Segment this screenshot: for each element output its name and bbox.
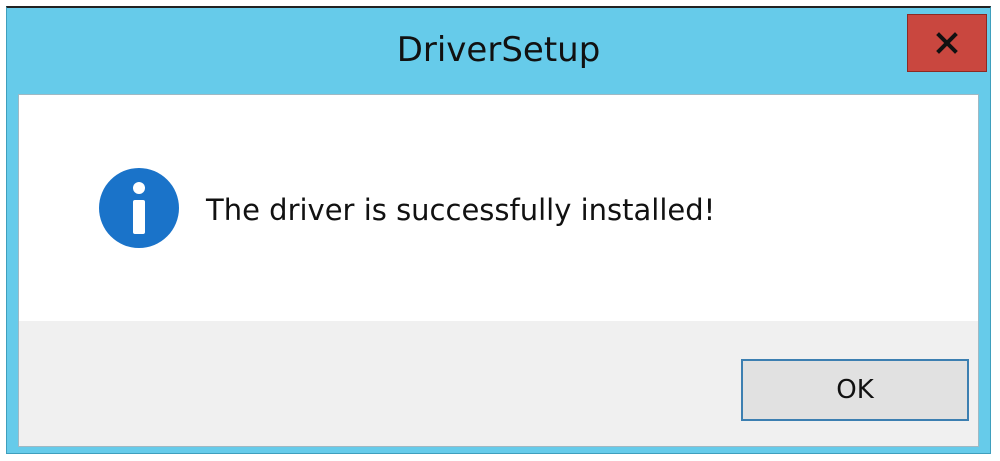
window-title: DriverSetup: [396, 30, 601, 70]
message-text: The driver is successfully installed!: [206, 193, 716, 227]
dialog-content: The driver is successfully installed! OK: [18, 94, 979, 447]
info-icon: [99, 168, 179, 248]
message-area: The driver is successfully installed!: [19, 95, 978, 321]
close-icon: [936, 32, 958, 54]
message-dialog: DriverSetup The driver is successfully i…: [6, 6, 991, 454]
title-bar[interactable]: DriverSetup: [7, 8, 990, 94]
close-button[interactable]: [907, 14, 987, 72]
ok-button[interactable]: OK: [741, 359, 969, 421]
button-bar: OK: [19, 321, 978, 446]
